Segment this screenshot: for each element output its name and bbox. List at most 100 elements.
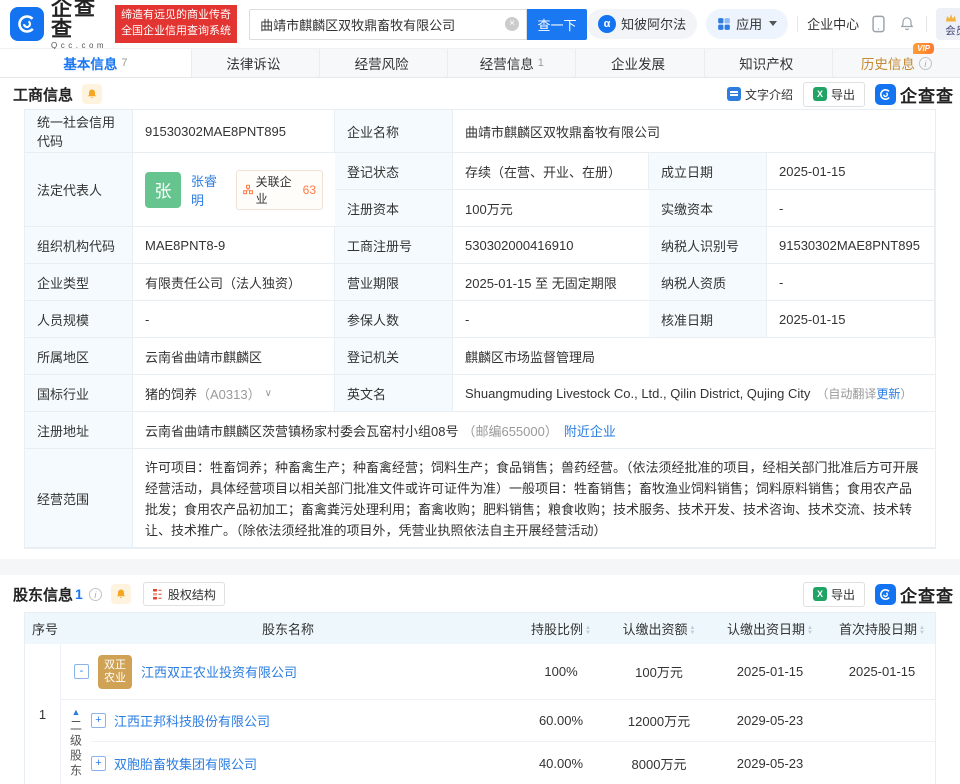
- svip-member-button[interactable]: SVIP 会员服务: [936, 8, 960, 41]
- subscribe-bell-icon[interactable]: [82, 84, 102, 104]
- text-intro-button[interactable]: 文字介绍: [727, 86, 793, 103]
- tab-enterprise-development[interactable]: 企业发展: [576, 49, 704, 77]
- qcc-watermark: 企查查: [875, 82, 954, 107]
- column-header-sortable[interactable]: 认缴出资额▲▼: [607, 619, 711, 638]
- chevron-down-icon[interactable]: ∨: [265, 388, 272, 399]
- brand-slogan-banner: 缔造有远见的商业传奇 全国企业信用查询系统: [115, 5, 237, 43]
- ratio-value: 40.00%: [515, 756, 607, 771]
- column-header-sortable[interactable]: 认缴出资日期▲▼: [711, 619, 829, 638]
- field-label: 纳税人识别号: [649, 227, 767, 264]
- field-label: 纳税人资质: [649, 264, 767, 301]
- field-label: 所属地区: [25, 338, 133, 375]
- info-icon[interactable]: i: [89, 588, 102, 601]
- shareholders-count: 1: [75, 586, 83, 602]
- section-title: 工商信息: [13, 84, 73, 105]
- grid-icon: [717, 17, 731, 31]
- enterprise-center-link[interactable]: 企业中心: [807, 14, 859, 33]
- collapse-button[interactable]: -: [74, 664, 89, 679]
- insured-value: -: [453, 301, 649, 338]
- field-label: 统一社会信用代码: [25, 110, 133, 153]
- shareholders-table-header: 序号 股东名称 持股比例▲▼ 认缴出资额▲▼ 认缴出资日期▲▼ 首次持股日期▲▼: [25, 613, 935, 644]
- column-header-sortable[interactable]: 持股比例▲▼: [515, 619, 607, 638]
- field-label: 注册资本: [335, 190, 453, 227]
- org-chart-icon: [152, 588, 164, 600]
- qcc-logo-icon[interactable]: [10, 7, 44, 41]
- field-label: 核准日期: [649, 301, 767, 338]
- tab-operation-info[interactable]: 经营信息1: [448, 49, 576, 77]
- search-button[interactable]: 查一下: [527, 9, 587, 40]
- search-bar: × 查一下: [249, 9, 587, 40]
- zhibi-alpha-button[interactable]: α 知彼阿尔法: [587, 9, 697, 39]
- clear-search-icon[interactable]: ×: [505, 17, 519, 31]
- shareholder-avatar: 双正 农业: [98, 655, 132, 689]
- first-date-value: 2025-01-15: [829, 664, 935, 679]
- excel-icon: X: [813, 87, 827, 101]
- second-level-group: ▲ 二级股东 + 江西正邦科技股份有限公司 60.00% 12000万元 202…: [61, 700, 935, 784]
- table-row: + 双胞胎畜牧集团有限公司 40.00% 8000万元 2029-05-23: [91, 742, 935, 784]
- field-label: 英文名: [335, 375, 453, 412]
- date-value: 2029-05-23: [711, 713, 829, 728]
- subscribe-bell-icon[interactable]: [111, 584, 131, 604]
- business-scope-value: 许可项目：牲畜饲养；种畜禽生产；种畜禽经营；饲料生产；食品销售；兽药经营。（依法…: [133, 449, 935, 548]
- qcc-logo-text[interactable]: 企查查 Qcc.com: [51, 0, 107, 50]
- tab-basic-info[interactable]: 基本信息7: [0, 49, 192, 77]
- reg-no-value: 530302000416910: [453, 227, 649, 264]
- shareholders-header: 股东信息 1 i 股权结构 X 导出 企查查: [0, 576, 960, 612]
- field-label: 注册地址: [25, 412, 133, 449]
- column-header-sortable[interactable]: 首次持股日期▲▼: [829, 619, 935, 638]
- shareholder-name-link[interactable]: 江西双正农业投资有限公司: [141, 662, 297, 681]
- company-tabs: 基本信息7 法律诉讼 经营风险 经营信息1 企业发展 知识产权 VIP 历史信息…: [0, 48, 960, 78]
- search-input[interactable]: [249, 9, 527, 40]
- column-header: 序号: [25, 619, 61, 638]
- notification-bell-icon[interactable]: [897, 14, 917, 34]
- nearby-companies-link[interactable]: 附近企业: [564, 421, 616, 440]
- credit-code-value: 91530302MAE8PNT895: [133, 110, 335, 153]
- info-icon[interactable]: i: [919, 57, 932, 70]
- taxpayer-id-value: 91530302MAE8PNT895: [767, 227, 935, 264]
- area-value: 云南省曲靖市麒麟区: [133, 338, 335, 375]
- legal-rep-link[interactable]: 张睿明: [191, 171, 228, 209]
- apps-menu-button[interactable]: 应用: [706, 9, 788, 39]
- section-title: 股东信息: [13, 584, 73, 605]
- equity-structure-button[interactable]: 股权结构: [143, 582, 225, 606]
- section-divider: [0, 559, 960, 575]
- crown-icon: [945, 13, 957, 23]
- qcc-watermark-icon: [875, 584, 896, 605]
- amount-value: 8000万元: [607, 754, 711, 773]
- approval-date-value: 2025-01-15: [767, 301, 935, 338]
- tab-operation-risk[interactable]: 经营风险: [320, 49, 448, 77]
- legal-rep-cell: 张 张睿明 关联企业 63: [133, 153, 335, 227]
- company-name-value: 曲靖市麒麟区双牧鼎畜牧有限公司: [453, 110, 935, 153]
- sort-icon: ▲▼: [919, 626, 925, 636]
- collapse-triangle-icon[interactable]: ▲: [72, 708, 81, 717]
- amount-value: 12000万元: [607, 711, 711, 730]
- date-value: 2025-01-15: [711, 664, 829, 679]
- divider: [926, 16, 927, 32]
- export-button[interactable]: X 导出: [803, 582, 865, 607]
- industry-value[interactable]: 猪的饲养 （A0313） ∨: [133, 375, 335, 412]
- expand-button[interactable]: +: [91, 756, 106, 771]
- tab-history-info[interactable]: VIP 历史信息 i: [833, 49, 960, 77]
- establish-date-value: 2025-01-15: [767, 153, 935, 190]
- table-row: + 江西正邦科技股份有限公司 60.00% 12000万元 2029-05-23: [91, 700, 935, 742]
- expand-button[interactable]: +: [91, 713, 106, 728]
- translate-update-link[interactable]: 更新: [876, 385, 900, 402]
- reg-status-value: 存续（在营、开业、在册）: [453, 153, 649, 190]
- shareholder-name-link[interactable]: 江西正邦科技股份有限公司: [114, 711, 270, 730]
- qcc-watermark-icon: [875, 84, 896, 105]
- related-companies-badge[interactable]: 关联企业 63: [236, 170, 323, 210]
- field-label: 登记状态: [335, 153, 453, 190]
- mobile-app-icon[interactable]: [868, 14, 888, 34]
- shareholder-name-link[interactable]: 双胞胎畜牧集团有限公司: [114, 754, 257, 773]
- org-code-value: MAE8PNT8-9: [133, 227, 335, 264]
- sort-icon: ▲▼: [807, 626, 813, 636]
- row-index: 1: [25, 644, 61, 784]
- tab-intellectual-property[interactable]: 知识产权: [705, 49, 833, 77]
- vip-badge: VIP: [913, 43, 934, 54]
- qcc-watermark: 企查查: [875, 582, 954, 607]
- export-button[interactable]: X 导出: [803, 82, 865, 107]
- group-tag: 二级股东: [68, 719, 85, 779]
- company-type-value: 有限责任公司（法人独资）: [133, 264, 335, 301]
- date-value: 2029-05-23: [711, 756, 829, 771]
- tab-legal-litigation[interactable]: 法律诉讼: [192, 49, 320, 77]
